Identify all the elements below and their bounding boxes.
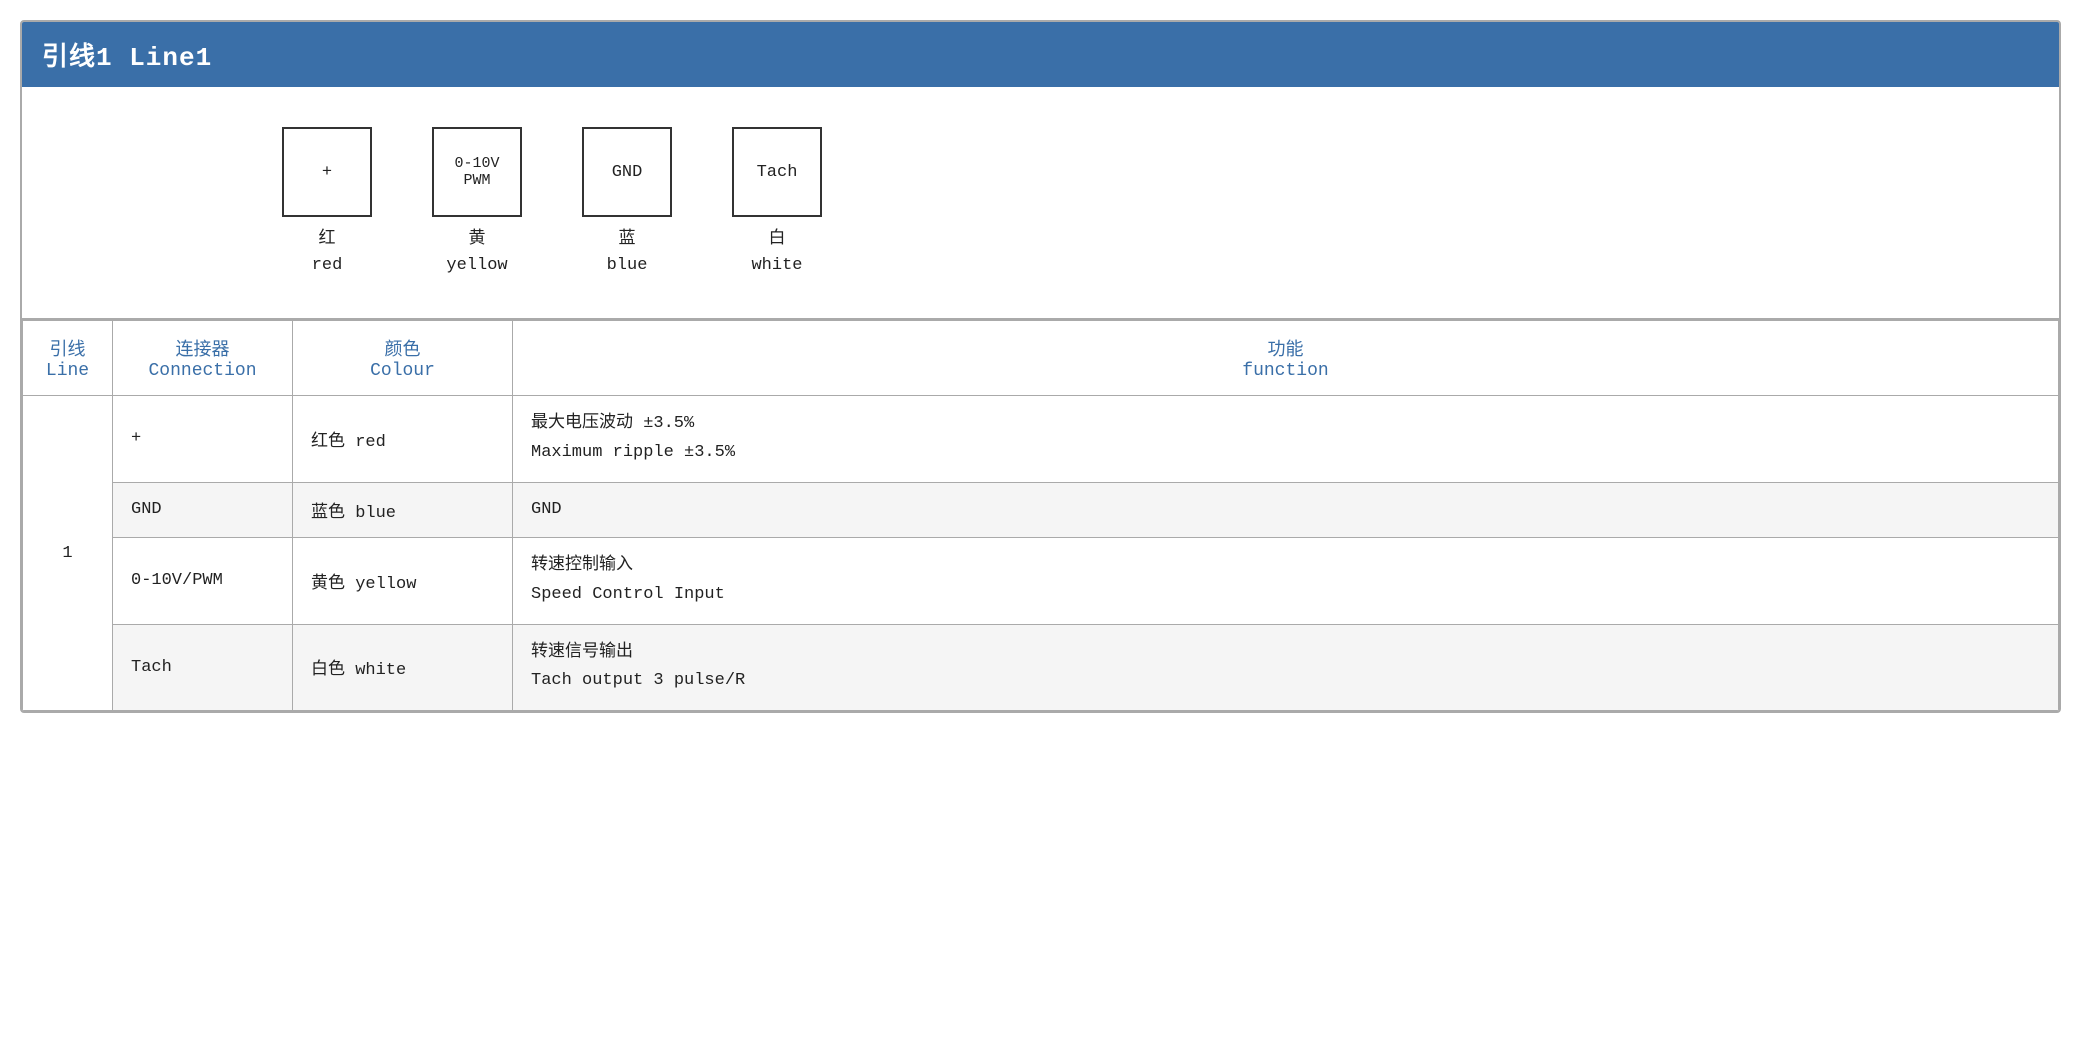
line-number: 1 bbox=[62, 544, 72, 563]
connector-zh-tach: 白 bbox=[751, 227, 802, 253]
th-function: 功能 function bbox=[513, 321, 2059, 396]
th-line-zh: 引线 bbox=[41, 335, 94, 361]
colour-tach: 白色 white bbox=[311, 661, 406, 680]
th-connection-en: Connection bbox=[131, 361, 274, 381]
connection-cell-plus: + bbox=[113, 396, 293, 483]
line-number-cell: 1 bbox=[23, 396, 113, 711]
function-gnd: GND bbox=[531, 500, 562, 519]
th-connection-zh: 连接器 bbox=[131, 335, 274, 361]
colour-gnd: 蓝色 blue bbox=[311, 504, 396, 523]
diagram-row: + 红 red 0-10VPWM 黄 yellow GND bbox=[22, 87, 2059, 320]
table-row: 1 + 红色 red 最大电压波动 ±3.5% Maximum ripple ±… bbox=[23, 396, 2059, 483]
connector-zh-pwm: 黄 bbox=[446, 227, 507, 253]
table-row: 0-10V/PWM 黄色 yellow 转速控制输入 Speed Control… bbox=[23, 537, 2059, 624]
table-header: 引线1 Line1 bbox=[22, 22, 2059, 87]
function-cell-plus: 最大电压波动 ±3.5% Maximum ripple ±3.5% bbox=[513, 396, 2059, 483]
function-cell-pwm: 转速控制输入 Speed Control Input bbox=[513, 537, 2059, 624]
function-text-plus: 最大电压波动 ±3.5% Maximum ripple ±3.5% bbox=[531, 410, 2040, 468]
table-body: 1 + 红色 red 最大电压波动 ±3.5% Maximum ripple ±… bbox=[23, 396, 2059, 711]
connection-gnd: GND bbox=[131, 500, 162, 519]
table-row: Tach 白色 white 转速信号输出 Tach output 3 pulse… bbox=[23, 624, 2059, 711]
connector-gnd: GND 蓝 blue bbox=[582, 127, 672, 278]
function-text-tach: 转速信号输出 Tach output 3 pulse/R bbox=[531, 639, 2040, 697]
table-header-row: 引线 Line 连接器 Connection 颜色 Colour 功能 func… bbox=[23, 321, 2059, 396]
table-wrapper: 引线1 Line1 + 红 red 0-10VPWM 黄 yellow bbox=[20, 20, 2061, 713]
th-function-zh: 功能 bbox=[531, 335, 2040, 361]
connection-plus: + bbox=[131, 429, 141, 448]
connector-symbol-gnd: GND bbox=[612, 163, 643, 182]
th-colour-en: Colour bbox=[311, 361, 494, 381]
connector-square-plus: + bbox=[282, 127, 372, 217]
th-colour-zh: 颜色 bbox=[311, 335, 494, 361]
function-text-pwm: 转速控制输入 Speed Control Input bbox=[531, 552, 2040, 610]
connector-en-pwm: yellow bbox=[446, 253, 507, 279]
th-line: 引线 Line bbox=[23, 321, 113, 396]
connector-symbol-tach: Tach bbox=[757, 163, 798, 182]
connector-symbol-plus: + bbox=[322, 163, 332, 182]
connector-label-tach: 白 white bbox=[751, 227, 802, 278]
title-text: 引线1 Line1 bbox=[42, 43, 212, 73]
connector-plus: + 红 red bbox=[282, 127, 372, 278]
th-line-en: Line bbox=[41, 361, 94, 381]
th-colour: 颜色 Colour bbox=[293, 321, 513, 396]
colour-cell-tach: 白色 white bbox=[293, 624, 513, 711]
connection-tach: Tach bbox=[131, 658, 172, 677]
th-function-en: function bbox=[531, 361, 2040, 381]
colour-cell-plus: 红色 red bbox=[293, 396, 513, 483]
connector-square-pwm: 0-10VPWM bbox=[432, 127, 522, 217]
function-cell-tach: 转速信号输出 Tach output 3 pulse/R bbox=[513, 624, 2059, 711]
function-cell-gnd: GND bbox=[513, 482, 2059, 537]
main-container: 引线1 Line1 + 红 red 0-10VPWM 黄 yellow bbox=[0, 0, 2081, 1050]
data-table: 引线 Line 连接器 Connection 颜色 Colour 功能 func… bbox=[22, 320, 2059, 711]
connector-en-gnd: blue bbox=[607, 253, 648, 279]
function-zh-pwm: 转速控制输入 bbox=[531, 556, 633, 575]
connector-label-gnd: 蓝 blue bbox=[607, 227, 648, 278]
colour-cell-pwm: 黄色 yellow bbox=[293, 537, 513, 624]
connector-square-tach: Tach bbox=[732, 127, 822, 217]
connector-symbol-pwm: 0-10VPWM bbox=[454, 155, 499, 189]
colour-pwm: 黄色 yellow bbox=[311, 575, 416, 594]
connector-en-tach: white bbox=[751, 253, 802, 279]
th-connection: 连接器 Connection bbox=[113, 321, 293, 396]
connection-cell-gnd: GND bbox=[113, 482, 293, 537]
connector-zh-plus: 红 bbox=[312, 227, 343, 253]
connector-zh-gnd: 蓝 bbox=[607, 227, 648, 253]
connector-square-gnd: GND bbox=[582, 127, 672, 217]
colour-cell-gnd: 蓝色 blue bbox=[293, 482, 513, 537]
function-en-tach: Tach output 3 pulse/R bbox=[531, 671, 745, 690]
table-row: GND 蓝色 blue GND bbox=[23, 482, 2059, 537]
connector-pwm: 0-10VPWM 黄 yellow bbox=[432, 127, 522, 278]
function-zh-plus: 最大电压波动 ±3.5% bbox=[531, 414, 694, 433]
connection-cell-tach: Tach bbox=[113, 624, 293, 711]
connector-label-plus: 红 red bbox=[312, 227, 343, 278]
connector-en-plus: red bbox=[312, 253, 343, 279]
function-en-plus: Maximum ripple ±3.5% bbox=[531, 443, 735, 462]
colour-plus: 红色 red bbox=[311, 433, 386, 452]
connector-label-pwm: 黄 yellow bbox=[446, 227, 507, 278]
connection-pwm: 0-10V/PWM bbox=[131, 571, 223, 590]
function-en-pwm: Speed Control Input bbox=[531, 585, 725, 604]
function-zh-tach: 转速信号输出 bbox=[531, 643, 633, 662]
connection-cell-pwm: 0-10V/PWM bbox=[113, 537, 293, 624]
connector-tach: Tach 白 white bbox=[732, 127, 822, 278]
